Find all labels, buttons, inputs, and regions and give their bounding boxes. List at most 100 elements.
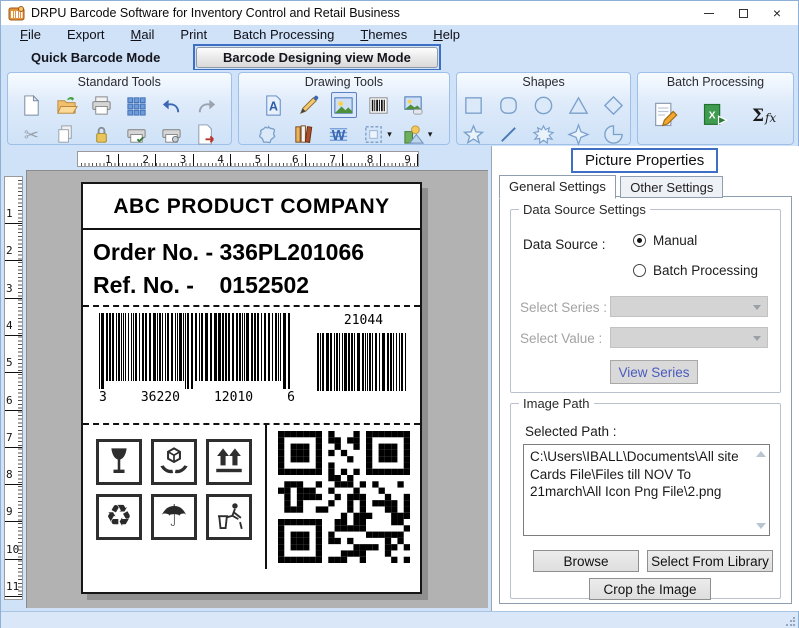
handle-with-care-symbol-icon[interactable] [151, 439, 197, 485]
resize-grip-icon[interactable] [785, 616, 795, 626]
redo-icon[interactable] [194, 92, 220, 118]
barcode-bar [339, 333, 340, 391]
line-shape-icon[interactable] [496, 121, 522, 147]
ellipse-shape-icon[interactable] [531, 92, 557, 118]
scroll-down-icon[interactable] [756, 523, 766, 529]
menu-mail[interactable]: Mail [118, 27, 168, 42]
ruler-number: 5 [6, 356, 13, 369]
barcode-bar [330, 333, 332, 391]
cut-icon[interactable]: ✂ [19, 121, 45, 147]
minimize-button[interactable] [692, 1, 726, 25]
ruler-number: 7 [329, 153, 336, 166]
print-icon[interactable] [89, 92, 115, 118]
crop-the-image-button[interactable]: Crop the Image [589, 578, 711, 600]
burst-shape-icon[interactable] [531, 121, 557, 147]
selected-path-field[interactable]: C:\Users\IBALL\Documents\All site Cards … [523, 444, 770, 536]
select-from-library-button[interactable]: Select From Library [647, 550, 773, 572]
barcode-designing-view-mode-button[interactable]: Barcode Designing view Mode [196, 47, 438, 68]
browse-button[interactable]: Browse [533, 550, 639, 572]
barcode-bar [218, 313, 221, 381]
ruler-major-tick [5, 484, 22, 485]
select-value-dropdown[interactable] [610, 327, 768, 348]
menu-export[interactable]: Export [54, 27, 118, 42]
rectangle-shape-icon[interactable] [461, 92, 487, 118]
company-name-text[interactable]: ABC PRODUCT COMPANY [83, 184, 420, 230]
batch-processing-radio[interactable] [633, 264, 646, 277]
do-not-litter-symbol-icon[interactable] [206, 494, 252, 540]
text-tool-icon[interactable]: A [261, 92, 287, 118]
packaging-symbols[interactable]: ♻☂ [83, 425, 265, 569]
open-folder-icon[interactable] [54, 92, 80, 118]
ruler-number: 5 [255, 153, 262, 166]
recycle-symbol-icon[interactable]: ♻ [96, 494, 142, 540]
watermark-tool-icon[interactable]: W [325, 121, 351, 147]
menu-print[interactable]: Print [167, 27, 220, 42]
manual-radio[interactable] [633, 234, 646, 247]
barcode-label-design[interactable]: ABC PRODUCT COMPANY Order No. - 336PL201… [81, 182, 422, 594]
frame-tool-icon[interactable] [360, 121, 386, 147]
qr-code[interactable] [278, 431, 410, 563]
print-setup-icon[interactable] [159, 121, 185, 147]
tab-general-settings[interactable]: General Settings [499, 175, 616, 199]
fragile-symbol-icon[interactable] [96, 439, 142, 485]
four-point-star-shape-icon[interactable] [566, 121, 592, 147]
shape-tool-icon[interactable] [255, 121, 281, 147]
ruler-number: 2 [6, 244, 13, 257]
barcode-bar [142, 313, 144, 381]
barcode-bar [99, 313, 100, 389]
lock-icon[interactable] [89, 121, 115, 147]
batch-edit-icon[interactable] [648, 99, 682, 131]
star-shape-icon[interactable] [461, 121, 487, 147]
copy-icon[interactable] [54, 121, 80, 147]
menu-file[interactable]: File [7, 27, 54, 42]
scroll-up-icon[interactable] [756, 451, 766, 457]
image-tool-icon[interactable] [331, 92, 357, 118]
quick-barcode-mode-button[interactable]: Quick Barcode Mode [31, 50, 181, 65]
this-way-up-symbol-icon[interactable] [206, 439, 252, 485]
tab-other-settings[interactable]: Other Settings [620, 176, 723, 198]
pencil-tool-icon[interactable] [296, 92, 322, 118]
order-number-text[interactable]: Order No. - 336PL201066 [83, 230, 420, 266]
grid-icon[interactable] [124, 92, 150, 118]
ref-number-text[interactable]: Ref. No. - 0152502 [83, 266, 420, 305]
ruler-major-tick [5, 298, 22, 299]
data-source-label: Data Source : [523, 237, 606, 252]
ribbon-group-shapes: Shapes [456, 72, 631, 145]
undo-icon[interactable] [159, 92, 185, 118]
barcode-bar [336, 333, 338, 391]
select-series-dropdown[interactable] [610, 296, 768, 317]
tool-row [459, 121, 628, 147]
close-button[interactable]: × [760, 1, 794, 25]
library-tool-icon[interactable] [290, 121, 316, 147]
view-series-button[interactable]: View Series [610, 360, 698, 384]
picture-menu-tool-icon[interactable] [401, 121, 427, 147]
menu-help[interactable]: Help [420, 27, 473, 42]
barcode-bar [334, 333, 335, 391]
triangle-shape-icon[interactable] [566, 92, 592, 118]
barcode-tool-icon[interactable] [366, 92, 392, 118]
barcode-bar [393, 333, 394, 391]
formula-icon[interactable]: Σfx [748, 99, 782, 131]
barcode-bar [246, 313, 249, 381]
ruler-number: 9 [404, 153, 411, 166]
menu-batch-processing[interactable]: Batch Processing [220, 27, 347, 42]
barcode-bar [365, 333, 366, 391]
upc-group1: 36220 [141, 390, 180, 405]
print-preview-icon[interactable] [124, 121, 150, 147]
barcode-object[interactable]: 3 36220 12010 6 21044 [83, 307, 420, 423]
new-document-icon[interactable] [19, 92, 45, 118]
barcode-bar [153, 313, 156, 381]
menu-themes[interactable]: Themes [347, 27, 420, 42]
barcode-bar [405, 333, 406, 391]
keep-dry-symbol-icon[interactable]: ☂ [151, 494, 197, 540]
export-icon[interactable] [194, 121, 220, 147]
excel-export-icon[interactable]: X [698, 99, 732, 131]
dropdown-caret-icon[interactable]: ▾ [428, 129, 433, 140]
rounded-rectangle-shape-icon[interactable] [496, 92, 522, 118]
maximize-button[interactable] [726, 1, 760, 25]
gallery-tool-icon[interactable] [401, 92, 427, 118]
pie-shape-icon[interactable] [601, 121, 627, 147]
dropdown-caret-icon[interactable]: ▾ [387, 129, 392, 140]
svg-text:X: X [709, 110, 716, 122]
diamond-shape-icon[interactable] [601, 92, 627, 118]
